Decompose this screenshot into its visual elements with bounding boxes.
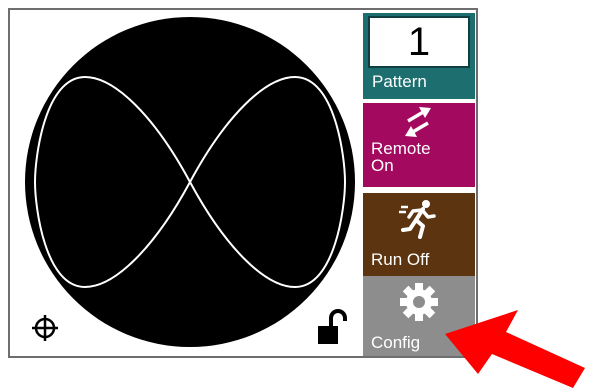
pattern-number: 1 xyxy=(368,16,470,68)
pattern-button[interactable]: 1 Pattern xyxy=(363,13,475,99)
remote-label-line2: On xyxy=(371,156,394,175)
crosshair-icon[interactable] xyxy=(32,315,58,341)
pattern-preview xyxy=(25,17,355,347)
run-label: Run Off xyxy=(371,250,430,269)
remote-label: Remote On xyxy=(371,140,431,174)
remote-label-line1: Remote xyxy=(371,139,431,158)
running-person-icon xyxy=(399,200,436,239)
unlocked-padlock-icon[interactable] xyxy=(317,308,347,346)
remote-button[interactable]: Remote On xyxy=(363,103,475,187)
config-label: Config xyxy=(371,333,421,352)
gear-icon xyxy=(400,283,438,321)
run-button[interactable]: Run Off xyxy=(363,193,475,276)
swap-arrows-icon xyxy=(405,107,431,137)
pattern-label: Pattern xyxy=(372,72,427,91)
device-screen: 1 Pattern Remote On Run Off Config xyxy=(8,8,478,358)
annotation-arrow-icon xyxy=(445,310,585,388)
